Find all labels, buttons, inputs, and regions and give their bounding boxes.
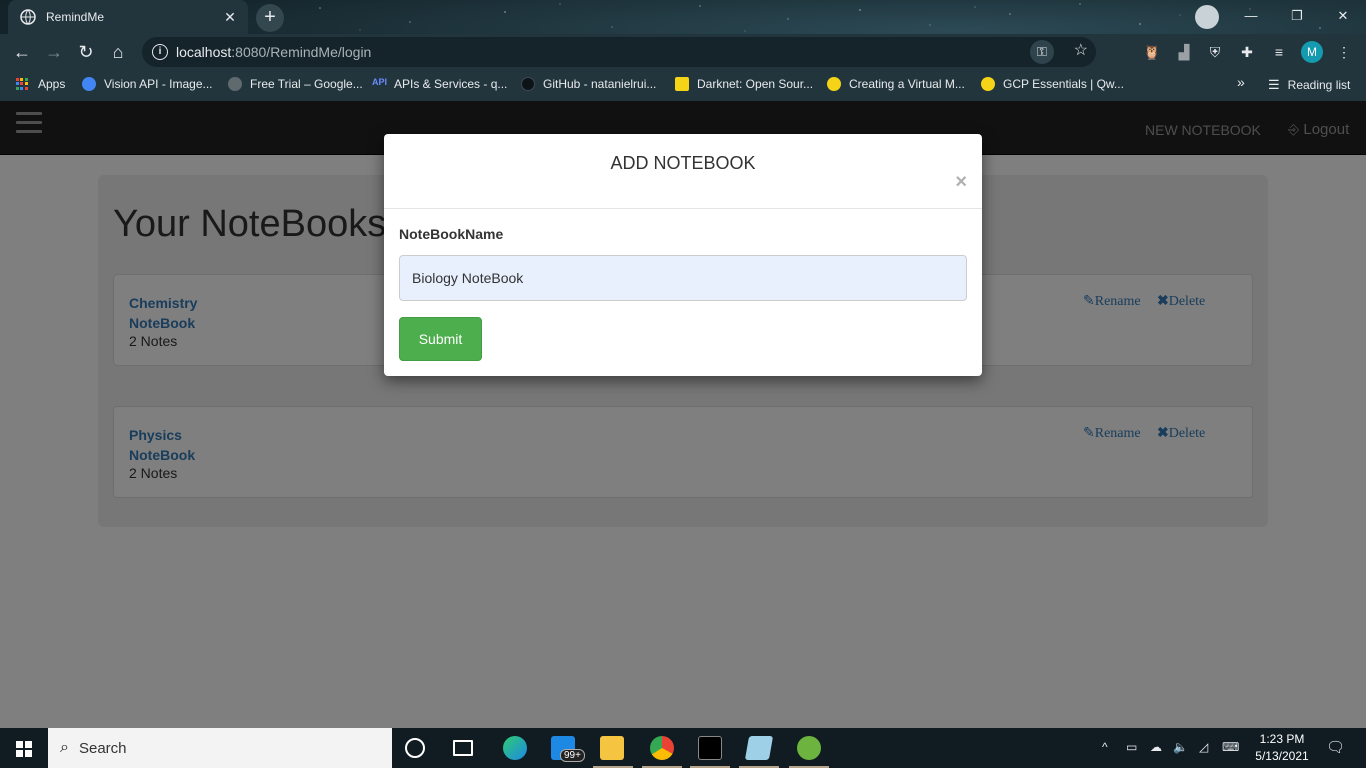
notepad-icon[interactable] [744,736,774,760]
taskbar-search-box[interactable]: ⌕ Search [48,728,392,768]
forward-arrow-icon[interactable]: → [41,39,67,65]
browser-tab-active[interactable]: RemindMe ✕ [8,0,248,34]
bookmark-gcp-essentials[interactable]: GCP Essentials | Qw... [981,77,1124,91]
profile-avatar[interactable]: M [1301,41,1323,63]
windows-taskbar: ⌕ Search 99+ ^ ▭ ☁ 🔈 ◿ ⌨ 1:23 PM 5/13/20… [0,728,1366,768]
clock-time: 1:23 PM [1259,732,1305,746]
back-arrow-icon[interactable]: ← [9,39,35,65]
modal-header: ADD NOTEBOOK × [384,134,982,209]
extensions-puzzle-icon[interactable]: ✚ [1237,42,1257,62]
url-path: :8080/RemindMe/login [231,44,372,60]
site-info-icon[interactable]: i [152,44,168,60]
bookmarks-bar: Apps Vision API - Image... Free Trial – … [0,70,1366,101]
tab-title: RemindMe [46,10,105,24]
volume-icon[interactable]: 🔈 [1173,740,1188,754]
task-view-icon[interactable] [453,740,473,756]
edge-icon[interactable] [503,736,527,760]
notifications-icon[interactable]: 🗨 [1326,738,1345,756]
terminal-icon[interactable] [698,736,722,760]
mail-badge: 99+ [560,749,585,762]
extension-chart-icon[interactable]: ▟ [1174,42,1194,62]
key-icon[interactable]: ⚿ [1030,40,1054,64]
github-icon [521,77,535,91]
browser-toolbar: ← → ↻ ⌂ i localhost:8080/RemindMe/login … [0,34,1366,70]
new-tab-button[interactable]: + [256,4,284,32]
url-host: localhost [176,44,232,60]
bookmarks-overflow-button[interactable]: » [1237,74,1245,90]
bookmark-apis-services[interactable]: API APIs & Services - q... [372,77,507,91]
cortana-icon[interactable] [405,738,425,758]
network-off-icon[interactable]: ☁ [1150,740,1162,754]
start-button[interactable] [0,728,48,768]
close-icon[interactable]: × [955,171,967,194]
search-placeholder: Search [78,739,127,757]
tray-chevron-icon[interactable]: ^ [1102,740,1108,754]
close-window-button[interactable]: ✕ [1320,0,1366,32]
notebook-name-label: NoteBookName [399,226,504,242]
system-clock[interactable]: 1:23 PM 5/13/2021 [1252,731,1312,765]
bookmark-free-trial[interactable]: Free Trial – Google... [228,77,363,91]
media-queue-icon[interactable]: ≡ [1269,42,1289,62]
bookmark-darknet[interactable]: Darknet: Open Sour... [675,77,813,91]
bookmark-label: GCP Essentials | Qw... [1003,77,1124,91]
wifi-icon[interactable]: ◿ [1199,740,1208,754]
address-bar[interactable]: i localhost:8080/RemindMe/login ⚿ ☆ [142,37,1096,67]
bookmark-label: APIs & Services - q... [394,77,508,91]
clock-date: 5/13/2021 [1255,749,1309,763]
chrome-icon[interactable] [650,736,674,760]
menu-kebab-icon[interactable]: ⋮ [1334,42,1354,62]
google-cloud-icon [82,77,96,91]
extension-owl-icon[interactable]: 🦉 [1142,42,1162,62]
globe-icon [20,9,36,25]
qwiklabs-icon [981,77,995,91]
extension-shield-icon[interactable]: ⛨ [1205,42,1225,62]
reading-list-button[interactable]: ☰ Reading list [1268,77,1350,93]
tab-close-icon[interactable]: ✕ [220,9,240,26]
search-icon: ⌕ [60,739,69,756]
bookmark-github[interactable]: GitHub - natanielrui... [521,77,656,91]
apps-grid-icon [16,78,28,90]
bookmark-label: Apps [38,77,66,91]
window-controls: — ❐ ✕ [1228,0,1366,32]
windows-logo-icon [16,741,32,757]
qwiklabs-icon [827,77,841,91]
bookmark-label: Free Trial – Google... [250,77,363,91]
browser-chrome: RemindMe ✕ + — ❐ ✕ ← → ↻ ⌂ i localhost:8… [0,0,1366,101]
submit-button[interactable]: Submit [399,317,482,361]
api-icon: API [372,77,388,87]
modal-title: ADD NOTEBOOK [610,153,756,173]
spring-tool-icon[interactable] [797,736,821,760]
home-icon[interactable]: ⌂ [105,39,131,65]
keyboard-icon[interactable]: ⌨ [1222,740,1239,754]
bookmark-vision-api[interactable]: Vision API - Image... [82,77,213,91]
bookmark-label: Darknet: Open Sour... [697,77,814,91]
add-notebook-modal: ADD NOTEBOOK × NoteBookName Submit [384,134,982,376]
file-explorer-icon[interactable] [600,736,624,760]
bookmark-label: GitHub - natanielrui... [543,77,657,91]
reading-list-label: Reading list [1287,78,1351,92]
tab-strip: RemindMe ✕ + — ❐ ✕ [0,0,1366,34]
reading-list-icon: ☰ [1268,77,1280,92]
web-page: NEW NOTEBOOK ⎆ Logout Your NoteBooks Che… [0,101,1366,728]
restore-button[interactable]: ❐ [1274,0,1320,32]
bookmark-label: Vision API - Image... [104,77,213,91]
gear-icon [228,77,242,91]
minimize-button[interactable]: — [1228,0,1274,32]
tab-search-icon[interactable] [1195,5,1219,29]
battery-icon[interactable]: ▭ [1126,740,1137,754]
bookmark-label: Creating a Virtual M... [849,77,965,91]
notebook-name-input[interactable] [399,255,967,301]
bookmark-apps[interactable]: Apps [16,77,65,91]
darknet-icon [675,77,689,91]
bookmark-virtual-machine[interactable]: Creating a Virtual M... [827,77,965,91]
bookmark-star-icon[interactable]: ☆ [1074,40,1088,60]
reload-icon[interactable]: ↻ [73,39,99,65]
